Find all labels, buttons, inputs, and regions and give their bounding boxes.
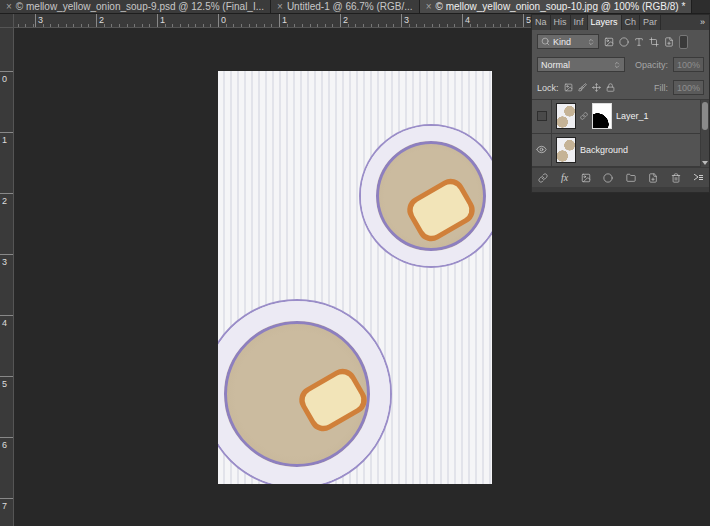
mask-link-icon[interactable]	[580, 112, 588, 120]
panel-tab[interactable]: His	[551, 15, 571, 30]
layer-name: Layer_1	[616, 111, 649, 121]
ruler-label: 2	[0, 193, 13, 254]
panel-tab[interactable]: Inf	[571, 15, 588, 30]
layer-row[interactable]: Layer_1	[532, 100, 700, 134]
layer-scrollbar[interactable]	[700, 100, 709, 167]
visibility-toggle[interactable]	[532, 134, 552, 167]
layer-thumbnail	[556, 103, 576, 129]
shape-filter-icon[interactable]	[649, 37, 659, 47]
pixel-filter-icon[interactable]	[604, 37, 614, 47]
lock-row: Lock: Fill: 100%	[532, 76, 709, 99]
panel-tabs: NaHisInfLayersChPar »	[532, 15, 709, 30]
document-image[interactable]	[218, 71, 492, 484]
close-tab-button[interactable]: ×	[426, 0, 432, 13]
layer-name: Background	[580, 145, 628, 155]
dropdown-arrows-icon	[613, 61, 621, 69]
blend-mode-select[interactable]: Normal	[537, 57, 625, 72]
document-tab-label: © mellow_yellow_onion_soup-9.psd @ 12.5%…	[16, 0, 264, 13]
fill-label: Fill:	[654, 83, 668, 93]
layer-row[interactable]: Background	[532, 134, 700, 168]
document-tab-bar: × © mellow_yellow_onion_soup-9.psd @ 12.5…	[0, 0, 710, 14]
panel-tab[interactable]: Par	[640, 15, 661, 30]
adjustment-filter-icon[interactable]	[619, 37, 629, 47]
ruler-label: 0	[0, 71, 13, 132]
document-tab[interactable]: × © mellow_yellow_onion_soup-9.psd @ 12.5…	[0, 0, 271, 13]
trash-icon[interactable]	[671, 173, 681, 183]
panel-tab[interactable]: Layers	[588, 15, 622, 30]
ruler-label: 3	[401, 14, 462, 27]
ruler-label: 4	[0, 315, 13, 376]
document-tab-label: © mellow_yellow_onion_soup-10.jpg @ 100%…	[436, 0, 686, 13]
eye-icon	[536, 144, 547, 155]
link-layers-icon[interactable]	[538, 173, 548, 183]
panel-resize-grip[interactable]	[532, 187, 709, 192]
ruler-label: 2	[96, 14, 157, 27]
lock-all-icon[interactable]	[606, 83, 615, 92]
type-filter-icon[interactable]	[634, 37, 644, 47]
filter-toggle[interactable]	[679, 35, 688, 49]
lock-transparency-icon[interactable]	[564, 83, 573, 92]
left-ruler: 01234567	[0, 28, 14, 526]
blend-row: Normal Opacity: 100%	[532, 53, 709, 76]
fill-field[interactable]: 100%	[673, 80, 704, 95]
ruler-label: 2	[340, 14, 401, 27]
filter-kind-select[interactable]: Kind	[537, 34, 599, 49]
layers-bottom-bar: fx	[532, 167, 709, 187]
adjustment-layer-icon[interactable]	[603, 173, 613, 183]
dropdown-arrows-icon	[587, 38, 595, 46]
new-layer-icon[interactable]	[648, 173, 658, 183]
visibility-toggle[interactable]	[532, 100, 552, 133]
lock-label: Lock:	[537, 83, 559, 93]
ruler-corner	[0, 14, 14, 28]
lock-position-icon[interactable]	[592, 83, 601, 92]
document-tab[interactable]: × Untitled-1 @ 66.7% (RGB/...	[271, 0, 420, 13]
layer-thumbnail	[556, 137, 576, 163]
add-mask-icon[interactable]	[581, 173, 591, 183]
ruler-label: 5	[0, 376, 13, 437]
document-tab-label: Untitled-1 @ 66.7% (RGB/...	[287, 0, 413, 13]
layers-panel: NaHisInfLayersChPar » Kind Normal Opacity: 10…	[531, 14, 710, 193]
ruler-label: 1	[157, 14, 218, 27]
ruler-label: 6	[0, 437, 13, 498]
panel-overflow-button[interactable]: »	[696, 15, 709, 30]
ruler-label: 1	[279, 14, 340, 27]
smart-object-filter-icon[interactable]	[664, 37, 674, 47]
close-tab-button[interactable]: ×	[6, 0, 12, 13]
ruler-label: 0	[218, 14, 279, 27]
ruler-label: 7	[0, 498, 13, 526]
ruler-label: 3	[35, 14, 96, 27]
close-tab-button[interactable]: ×	[277, 0, 283, 13]
panel-menu-icon[interactable]	[694, 174, 703, 182]
panel-tab[interactable]: Ch	[622, 15, 641, 30]
lock-pixels-icon[interactable]	[578, 83, 587, 92]
opacity-label: Opacity:	[635, 60, 668, 70]
hidden-box	[537, 111, 547, 121]
filter-row: Kind	[532, 30, 709, 53]
ruler-label: 1	[0, 132, 13, 193]
ruler-label: 4	[462, 14, 523, 27]
search-icon	[541, 37, 550, 46]
opacity-field[interactable]: 100%	[673, 57, 704, 72]
panel-tab[interactable]: Na	[532, 15, 551, 30]
layer-effects-button[interactable]: fx	[561, 172, 568, 183]
ruler-label: 3	[0, 254, 13, 315]
document-tab[interactable]: × © mellow_yellow_onion_soup-10.jpg @ 100…	[420, 0, 693, 13]
new-group-icon[interactable]	[626, 173, 636, 183]
photoshop-window: × © mellow_yellow_onion_soup-9.psd @ 12.5…	[0, 0, 710, 526]
layer-list: Layer_1 Background	[532, 99, 709, 167]
layer-mask-thumbnail[interactable]	[592, 103, 612, 129]
